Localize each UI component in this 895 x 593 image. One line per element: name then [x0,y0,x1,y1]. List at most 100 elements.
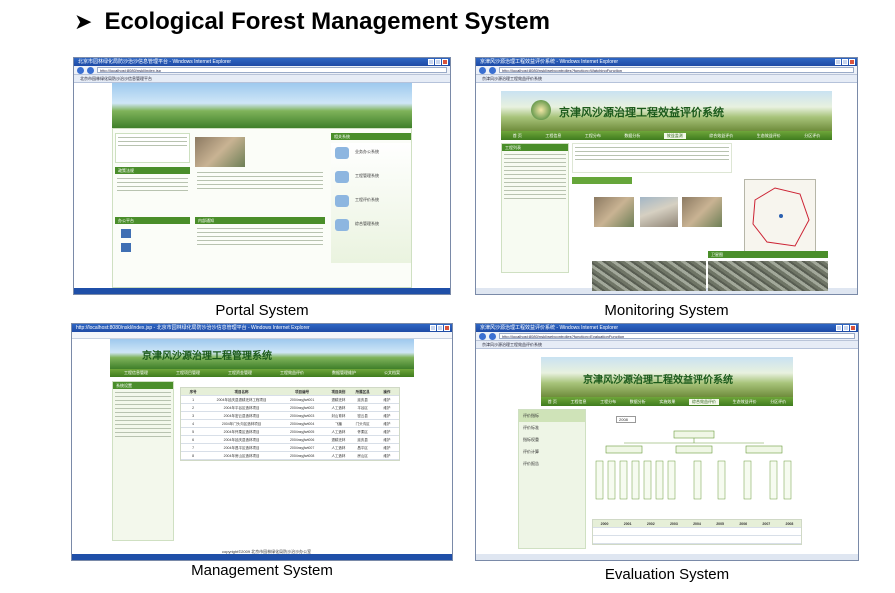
url-field[interactable]: http://localhost:8080/nskl/index.jsp [97,67,447,73]
year-header-cell: 2000 [593,520,617,527]
table-cell: 8 [192,454,195,458]
nav-item[interactable]: 数据分析 [630,399,646,405]
forward-icon[interactable] [489,332,496,340]
url-field[interactable]: http://localhost:8080/nskl/webcontrolles… [499,67,854,73]
nav-item[interactable]: 实施效果 [659,399,675,405]
back-icon[interactable] [479,66,486,74]
row-action-link[interactable]: 维护 [375,444,399,451]
nav-item[interactable]: 工程信息 [571,399,587,405]
back-icon[interactable] [77,66,84,74]
main-nav: 首 页 工程信息 工程分布 数据分析 效益监测 综合效益评价 生态效益评价 分区… [501,131,832,140]
table-row[interactable]: 4 2004年门头沟区造林项目 2004nsyjfwt004 飞播 门头沟区 维护 [181,420,399,428]
table-row[interactable]: 7 2004年昌平区造林项目 2004nsyjfwt007 人工造林 昌平区 维护 [181,444,399,452]
close-icon[interactable] [444,325,450,331]
nav-item[interactable]: 工程信息管理 [124,370,148,376]
nav-item[interactable]: 工程分布 [600,399,616,405]
nav-item[interactable]: 工程资金管理 [228,370,252,376]
nav-item[interactable]: 数据管理维护 [332,370,356,376]
table-row[interactable]: 5 2004年怀柔区造林项目 2004nsyjfwt005 人工造林 怀柔区 维护 [181,428,399,436]
row-action-link[interactable]: 维护 [375,420,399,427]
nav-item[interactable]: 分区评价 [804,133,820,139]
table-cell: 人工造林 [331,454,346,458]
row-action-link[interactable]: 维护 [375,396,399,403]
side-menu-item[interactable]: 评价计算 [519,446,585,458]
year-header-cell: 2002 [639,520,663,527]
nav-item[interactable]: 公文档案 [384,370,400,376]
browser-tab[interactable]: 京津风沙源治理工程效益评价系统 [476,75,857,83]
forward-icon[interactable] [87,66,94,74]
table-cell: 7 [192,446,195,450]
browser-tab[interactable]: 京津风沙源治理工程效益评价系统 [476,341,858,349]
system-link[interactable]: 业务办公系统 [355,149,379,155]
monitoring-caption: Monitoring System [604,302,729,319]
year-header-cell: 2001 [616,520,640,527]
maximize-icon[interactable] [435,59,441,65]
section-systems[interactable]: 相关系统 [331,133,411,140]
project-table: 序号 项目名称 项目编号 项目类别 所属区县 操作 1 2004年延庆县退耕还林工程项目 20… [180,387,400,461]
nav-item[interactable]: 生态效益评价 [733,399,757,405]
nav-item-active[interactable]: 综合效益评价 [688,398,719,405]
row-action-link[interactable]: 维护 [375,412,399,419]
table-row[interactable]: 1 2004年延庆县退耕还林工程项目 2004nsyjfwt001 退耕还林 延庆县 维护 [181,396,399,404]
address-bar: http://localhost:8080/nskl/index.jsp [74,66,450,75]
window-title: 京津风沙源治理工程效益评价系统 - Windows Internet Explo… [480,59,619,65]
row-action-link[interactable]: 维护 [375,428,399,435]
table-row[interactable]: 6 2004年延庆县造林项目 2004nsyjfwt006 退耕还林 延庆县 维护 [181,436,399,444]
table-cell: 延庆县 [357,398,368,402]
close-icon[interactable] [850,325,856,331]
nav-item[interactable]: 分区评价 [770,399,786,405]
table-row[interactable]: 3 2004年密云县造林项目 2004nsyjfwt003 封山育林 密云县 维护 [181,412,399,420]
maximize-icon[interactable] [843,325,849,331]
nav-item[interactable]: 生态效益评价 [757,133,781,139]
section-notice[interactable]: 内部通知 [195,217,325,224]
section-office[interactable]: 办公平台 [115,217,190,224]
browser-tab[interactable]: 北京市园林绿化局防沙治沙信息管理平台 [74,75,450,83]
system-link[interactable]: 综合管理系统 [355,221,379,227]
nav-item[interactable]: 综合效益评价 [709,133,733,139]
window-title: 北京市园林绿化局防沙治沙信息管理平台 - Windows Internet Ex… [78,59,232,65]
taskbar [74,288,450,294]
table-cell: 退耕还林 [331,438,346,442]
minimize-icon[interactable] [836,325,842,331]
left-panel-header: 系统设置 [113,382,173,389]
url-field[interactable]: http://localhost:8080/nskl/webcontrolles… [499,333,855,339]
address-bar: http://localhost:8080/nskl/webcontrolles… [476,66,857,75]
table-cell: 门头沟区 [355,422,370,426]
nav-item[interactable]: 首 页 [548,399,557,405]
side-menu-item[interactable]: 评价报告 [519,458,585,470]
minimize-icon[interactable] [430,325,436,331]
minimize-icon[interactable] [428,59,434,65]
back-icon[interactable] [479,332,486,340]
row-action-link[interactable]: 维护 [375,404,399,411]
nav-item-active[interactable]: 效益监测 [663,132,686,139]
system-link[interactable]: 工程评价系统 [355,197,379,203]
table-row[interactable]: 2 2004年平谷区造林项目 2004nsyjfwt002 人工造林 平谷区 维护 [181,404,399,412]
side-menu-item[interactable]: 评价指标 [519,410,585,422]
nav-item[interactable]: 工程效益评价 [280,370,304,376]
banner-title: 京津风沙源治理工程管理系统 [142,351,272,362]
table-cell: 人工造林 [331,430,346,434]
close-icon[interactable] [442,59,448,65]
minimize-icon[interactable] [835,59,841,65]
section-policy[interactable]: 政策法规 [115,167,190,174]
maximize-icon[interactable] [842,59,848,65]
nav-item[interactable]: 数据分析 [624,133,640,139]
side-menu-item[interactable]: 指标权重 [519,434,585,446]
maximize-icon[interactable] [437,325,443,331]
table-cell: 封山育林 [331,414,346,418]
nav-item[interactable]: 工程信息 [545,133,561,139]
table-row[interactable]: 8 2004年房山区造林项目 2004nsyjfwt008 人工造林 房山区 维护 [181,452,399,460]
nav-item[interactable]: 工程分布 [585,133,601,139]
forward-icon[interactable] [489,66,496,74]
close-icon[interactable] [849,59,855,65]
table-cell: 2004nsyjfwt002 [289,406,315,410]
row-action-link[interactable]: 维护 [375,452,399,459]
nav-item[interactable]: 首 页 [513,133,522,139]
side-menu-item[interactable]: 评价标准 [519,422,585,434]
year-select[interactable]: 2008 [616,416,636,423]
row-action-link[interactable]: 维护 [375,436,399,443]
map-panel[interactable] [744,179,816,253]
management-caption: Management System [191,562,333,579]
system-link[interactable]: 工程管理系统 [355,173,379,179]
nav-item[interactable]: 工程项目管理 [176,370,200,376]
